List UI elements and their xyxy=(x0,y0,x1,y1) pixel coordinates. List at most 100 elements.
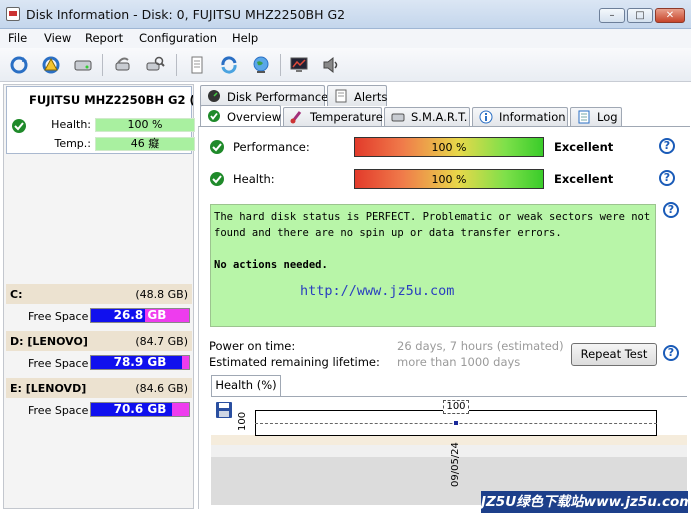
tab-label: Information xyxy=(499,110,566,124)
health-value: 100 % xyxy=(95,118,195,132)
volume-header: E: [LENOVD] (84.6 GB) xyxy=(6,378,192,398)
globe-button[interactable] xyxy=(248,52,274,78)
help-icon[interactable]: ? xyxy=(659,170,675,186)
satellite-disk-button[interactable] xyxy=(110,52,136,78)
chart-band xyxy=(211,435,687,445)
satellite-disk-icon xyxy=(115,57,130,71)
menu-bar: File View Report Configuration Help xyxy=(0,29,691,48)
speaker-button[interactable] xyxy=(318,52,344,78)
chart-point xyxy=(454,421,458,425)
health-label: Health: xyxy=(233,172,275,186)
help-icon[interactable]: ? xyxy=(663,202,679,218)
speaker-icon xyxy=(323,56,338,74)
toolbar-separator xyxy=(280,54,281,76)
free-space-value: 78.9 GB xyxy=(113,355,167,369)
tab-label: S.M.A.R.T. xyxy=(411,110,468,124)
document-icon xyxy=(578,110,590,124)
tab-alerts[interactable]: Alerts xyxy=(327,85,387,106)
check-icon xyxy=(210,140,224,154)
menu-help[interactable]: Help xyxy=(232,31,258,45)
health-row: Health: 100 % Excellent xyxy=(209,169,679,189)
power-on-value: 26 days, 7 hours (estimated) xyxy=(397,339,564,353)
power-on-label: Power on time: xyxy=(209,339,296,353)
tab-overview[interactable]: Overview xyxy=(200,105,281,127)
close-button[interactable]: ✕ xyxy=(655,8,685,23)
volume-size: (48.8 GB) xyxy=(135,288,188,301)
temp-row: Temp.: 46 癡 xyxy=(11,136,195,152)
lifetime-label: Estimated remaining lifetime: xyxy=(209,355,380,369)
maximize-button[interactable]: □ xyxy=(627,8,653,23)
volume-header: D: [LENOVO] (84.7 GB) xyxy=(6,331,192,351)
toolbar xyxy=(0,48,691,82)
document-icon xyxy=(335,89,347,103)
volume-name: D: [LENOVO] xyxy=(10,335,88,348)
volume-size: (84.7 GB) xyxy=(135,335,188,348)
minimize-button[interactable]: – xyxy=(599,8,625,23)
status-line: found and there are no spin up or data t… xyxy=(214,227,562,239)
volume-c[interactable]: C: (48.8 GB) Free Space 26.8 GB xyxy=(6,284,192,330)
tab-information[interactable]: Information xyxy=(472,107,568,126)
disk-icon xyxy=(391,113,405,122)
alert-refresh-icon xyxy=(42,56,60,74)
repeat-test-button[interactable]: Repeat Test xyxy=(571,343,657,366)
free-space-value: 26.8 GB xyxy=(113,308,167,322)
temp-value: 46 癡 xyxy=(95,137,195,151)
lifetime-value: more than 1000 days xyxy=(397,355,521,369)
check-icon xyxy=(210,172,224,186)
monitor-chart-button[interactable] xyxy=(286,52,312,78)
toolbar-separator xyxy=(176,54,177,76)
status-action: No actions needed. xyxy=(214,259,328,271)
clipboard-button[interactable] xyxy=(184,52,210,78)
volume-name: C: xyxy=(10,288,23,301)
globe-icon xyxy=(253,56,269,73)
volume-e[interactable]: E: [LENOVD] (84.6 GB) Free Space 70.6 GB xyxy=(6,378,192,424)
disk-card[interactable]: FUJITSU MHZ2250BH G2 (232 Health: 100 % … xyxy=(6,86,195,154)
tab-log[interactable]: Log xyxy=(570,107,622,126)
disk-list-panel: FUJITSU MHZ2250BH G2 (232 Health: 100 % … xyxy=(3,84,195,509)
save-icon[interactable] xyxy=(215,401,233,419)
help-icon[interactable]: ? xyxy=(659,138,675,154)
tab-smart[interactable]: S.M.A.R.T. xyxy=(384,107,470,126)
free-space-bar: 26.8 GB xyxy=(90,308,190,323)
tab-label: Temperature xyxy=(310,110,383,124)
cycle-button[interactable] xyxy=(216,52,242,78)
free-space-bar: 70.6 GB xyxy=(90,402,190,417)
overview-panel: Performance: 100 % Excellent ? Health: 1… xyxy=(198,126,690,509)
performance-verdict: Excellent xyxy=(554,140,614,154)
tab-label: Overview xyxy=(227,110,282,124)
chart-xtick: 09/05/24 xyxy=(450,442,461,487)
cycle-icon xyxy=(221,56,237,74)
chart-data-label: 100 xyxy=(443,400,469,414)
menu-file[interactable]: File xyxy=(8,31,27,45)
tab-health-chart[interactable]: Health (%) xyxy=(211,375,281,396)
tab-temperature[interactable]: Temperature xyxy=(283,107,383,126)
free-space-label: Free Space xyxy=(28,404,89,417)
status-link[interactable]: http://www.jz5u.com xyxy=(300,283,652,299)
disk-search-icon xyxy=(146,56,165,71)
menu-report[interactable]: Report xyxy=(85,31,123,45)
performance-label: Performance: xyxy=(233,140,310,154)
volume-d[interactable]: D: [LENOVO] (84.7 GB) Free Space 78.9 GB xyxy=(6,331,192,377)
help-icon[interactable]: ? xyxy=(663,345,679,361)
menu-view[interactable]: View xyxy=(44,31,71,45)
free-space-value: 70.6 GB xyxy=(113,402,167,416)
performance-row: Performance: 100 % Excellent xyxy=(209,137,679,157)
performance-bar: 100 % xyxy=(354,137,544,157)
health-label: Health: xyxy=(51,118,91,131)
disk-button[interactable] xyxy=(70,52,96,78)
status-message: The hard disk status is PERFECT. Problem… xyxy=(210,204,656,327)
menu-configuration[interactable]: Configuration xyxy=(139,31,217,45)
performance-value: 100 % xyxy=(431,141,467,154)
window-title: Disk Information - Disk: 0, FUJITSU MHZ2… xyxy=(26,7,346,22)
info-icon xyxy=(479,110,493,124)
tab-disk-performance[interactable]: Disk Performance xyxy=(200,85,329,106)
disk-search-button[interactable] xyxy=(142,52,168,78)
tab-label: Disk Performance xyxy=(227,90,329,104)
chart-ytick: 100 xyxy=(237,411,248,431)
refresh-button[interactable] xyxy=(6,52,32,78)
disk-name: FUJITSU MHZ2250BH G2 (232 xyxy=(29,93,193,107)
app-icon xyxy=(6,7,20,21)
alert-refresh-button[interactable] xyxy=(38,52,64,78)
clipboard-icon xyxy=(191,56,203,74)
tab-label: Log xyxy=(597,110,618,124)
